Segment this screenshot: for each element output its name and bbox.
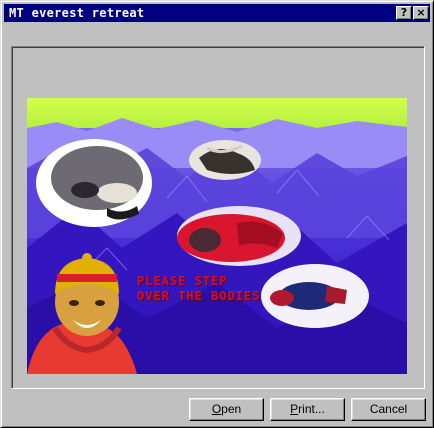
title-bar[interactable]: MT everest retreat ? × [4,4,430,22]
print-accel: P [290,402,299,416]
window-title: MT everest retreat [9,6,145,20]
open-label: pen [221,402,242,416]
everest-image: PLEASE STEP OVER THE BODIES [27,98,407,374]
close-button[interactable]: × [413,6,429,20]
image-caption: PLEASE STEP OVER THE BODIES [137,274,261,303]
open-button[interactable]: Open [189,398,264,421]
help-button[interactable]: ? [396,6,412,20]
image-graphic [27,98,407,374]
print-label: rint... [298,402,325,416]
print-button[interactable]: Print... [270,398,345,421]
dialog-window: MT everest retreat ? × PLEASE STEP OVER … [0,0,434,428]
cancel-button[interactable]: Cancel [351,398,426,421]
open-accel: O [211,402,222,416]
